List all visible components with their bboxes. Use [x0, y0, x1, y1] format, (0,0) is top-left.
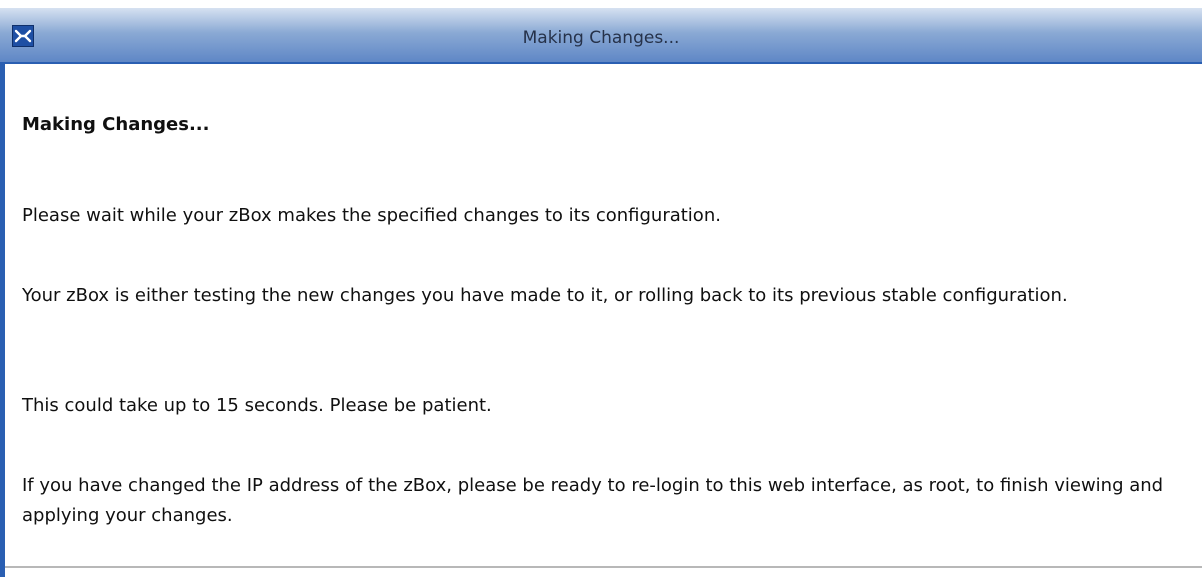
message-paragraph-wait: Please wait while your zBox makes the sp… [22, 205, 721, 226]
title-bar[interactable]: Making Changes... [0, 8, 1202, 64]
dialog-content-area: Making Changes... Please wait while your… [0, 64, 1202, 577]
window-left-border [0, 64, 5, 577]
bottom-divider [5, 566, 1202, 568]
message-paragraph-duration: This could take up to 15 seconds. Please… [22, 395, 492, 416]
page-heading: Making Changes... [22, 114, 210, 135]
dialog-window: Making Changes... Making Changes... Plea… [0, 0, 1202, 577]
window-title: Making Changes... [522, 28, 680, 48]
message-paragraph-testing: Your zBox is either testing the new chan… [22, 285, 1068, 306]
message-paragraph-ip-change: If you have changed the IP address of th… [22, 475, 1164, 526]
